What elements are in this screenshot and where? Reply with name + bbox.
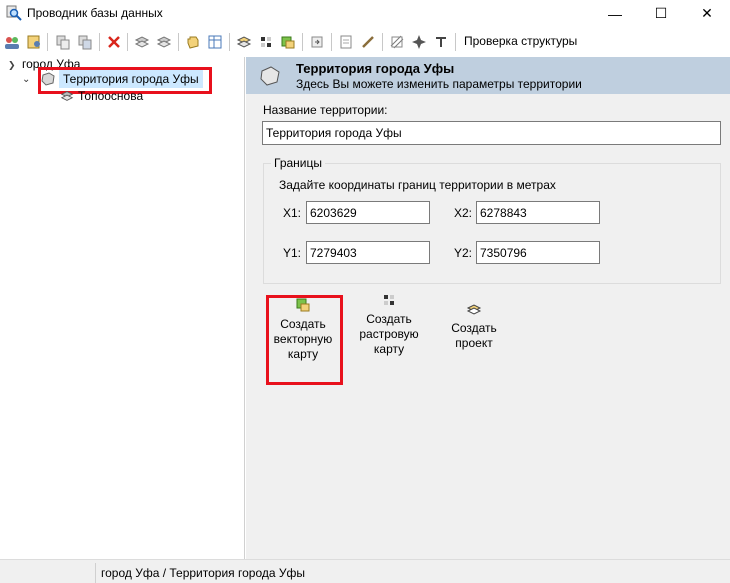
stack-icon[interactable] — [236, 34, 252, 50]
tree-node-topobase[interactable]: Топооснова — [60, 89, 143, 103]
bounds-group: Границы Задайте координаты границ террит… — [263, 156, 721, 284]
close-button[interactable]: ✕ — [684, 0, 730, 27]
chevron-right-icon[interactable]: ❯ — [8, 60, 22, 71]
copy-icon[interactable] — [55, 34, 71, 50]
status-bar: город Уфа / Территория города Уфы — [0, 559, 730, 583]
database-tree: ❯ город Уфа ⌄ Территория города Уфы Топоо… — [0, 57, 245, 559]
window-title: Проводник базы данных — [27, 6, 163, 20]
minimize-button[interactable]: — — [592, 0, 638, 27]
delete-icon[interactable] — [106, 34, 122, 50]
maximize-button[interactable]: ☐ — [638, 0, 684, 27]
panel-title: Территория города Уфы — [296, 61, 455, 76]
pin-icon[interactable] — [411, 34, 427, 50]
action-label-line: карту — [373, 342, 405, 356]
maximize-icon: ☐ — [654, 5, 668, 21]
create-project-button[interactable]: Создать проект — [436, 301, 512, 351]
status-path: город Уфа / Территория города Уфы — [101, 566, 306, 580]
panel-header: Территория города Уфы Здесь Вы можете из… — [246, 57, 730, 94]
territory-name-label: Название территории: — [263, 103, 388, 117]
y2-input[interactable]: 7350796 — [476, 241, 600, 264]
chevron-down-icon[interactable]: ⌄ — [22, 74, 36, 85]
x1-label: X1: — [283, 206, 302, 220]
title-bar: Проводник базы данных — ☐ ✕ — [0, 0, 730, 27]
layers-add-icon[interactable] — [156, 34, 172, 50]
sheet-icon[interactable] — [338, 34, 354, 50]
paste-icon[interactable] — [77, 34, 93, 50]
db-table-icon[interactable] — [207, 34, 223, 50]
layers-icon[interactable] — [134, 34, 150, 50]
create-raster-map-button[interactable]: Создать растровую карту — [351, 292, 427, 357]
x1-input[interactable]: 6203629 — [306, 201, 430, 224]
territory-name-input[interactable]: Территория города Уфы — [262, 121, 721, 145]
action-label-line: Создать — [366, 312, 412, 326]
raster-icon[interactable] — [258, 34, 274, 50]
x2-label: X2: — [454, 206, 473, 220]
y1-input[interactable]: 7279403 — [306, 241, 430, 264]
hand-icon[interactable] — [185, 34, 201, 50]
toolbar: Проверка структуры — [0, 27, 730, 57]
minimize-icon: — — [608, 5, 622, 22]
panel-subtitle: Здесь Вы можете изменить параметры терри… — [296, 77, 582, 91]
grid-icon[interactable] — [389, 34, 405, 50]
users-icon[interactable] — [4, 34, 20, 50]
project-icon — [466, 304, 482, 315]
bounds-hint: Задайте координаты границ территории в м… — [279, 178, 556, 192]
y2-label: Y2: — [454, 246, 473, 260]
action-label-line: проект — [455, 336, 493, 350]
bounds-title: Границы — [271, 156, 325, 170]
vector-icon[interactable] — [280, 34, 296, 50]
check-structure-button[interactable]: Проверка структуры — [458, 34, 577, 48]
territory-icon — [260, 66, 280, 86]
layers-icon — [60, 91, 74, 101]
annotation-highlight — [266, 295, 343, 385]
y1-label: Y1: — [283, 246, 302, 260]
raster-map-icon — [384, 295, 394, 305]
pencil-icon[interactable] — [360, 34, 376, 50]
export-icon[interactable] — [309, 34, 325, 50]
text-icon[interactable] — [433, 34, 449, 50]
app-magnifier-icon — [6, 5, 22, 21]
tree-child-label: Топооснова — [78, 89, 144, 103]
territory-panel: Территория города Уфы Здесь Вы можете из… — [246, 57, 730, 559]
user-db-icon[interactable] — [26, 34, 42, 50]
close-icon: ✕ — [701, 5, 713, 21]
action-label-line: Создать — [451, 321, 497, 335]
x2-input[interactable]: 6278843 — [476, 201, 600, 224]
action-label-line: растровую — [359, 327, 419, 341]
